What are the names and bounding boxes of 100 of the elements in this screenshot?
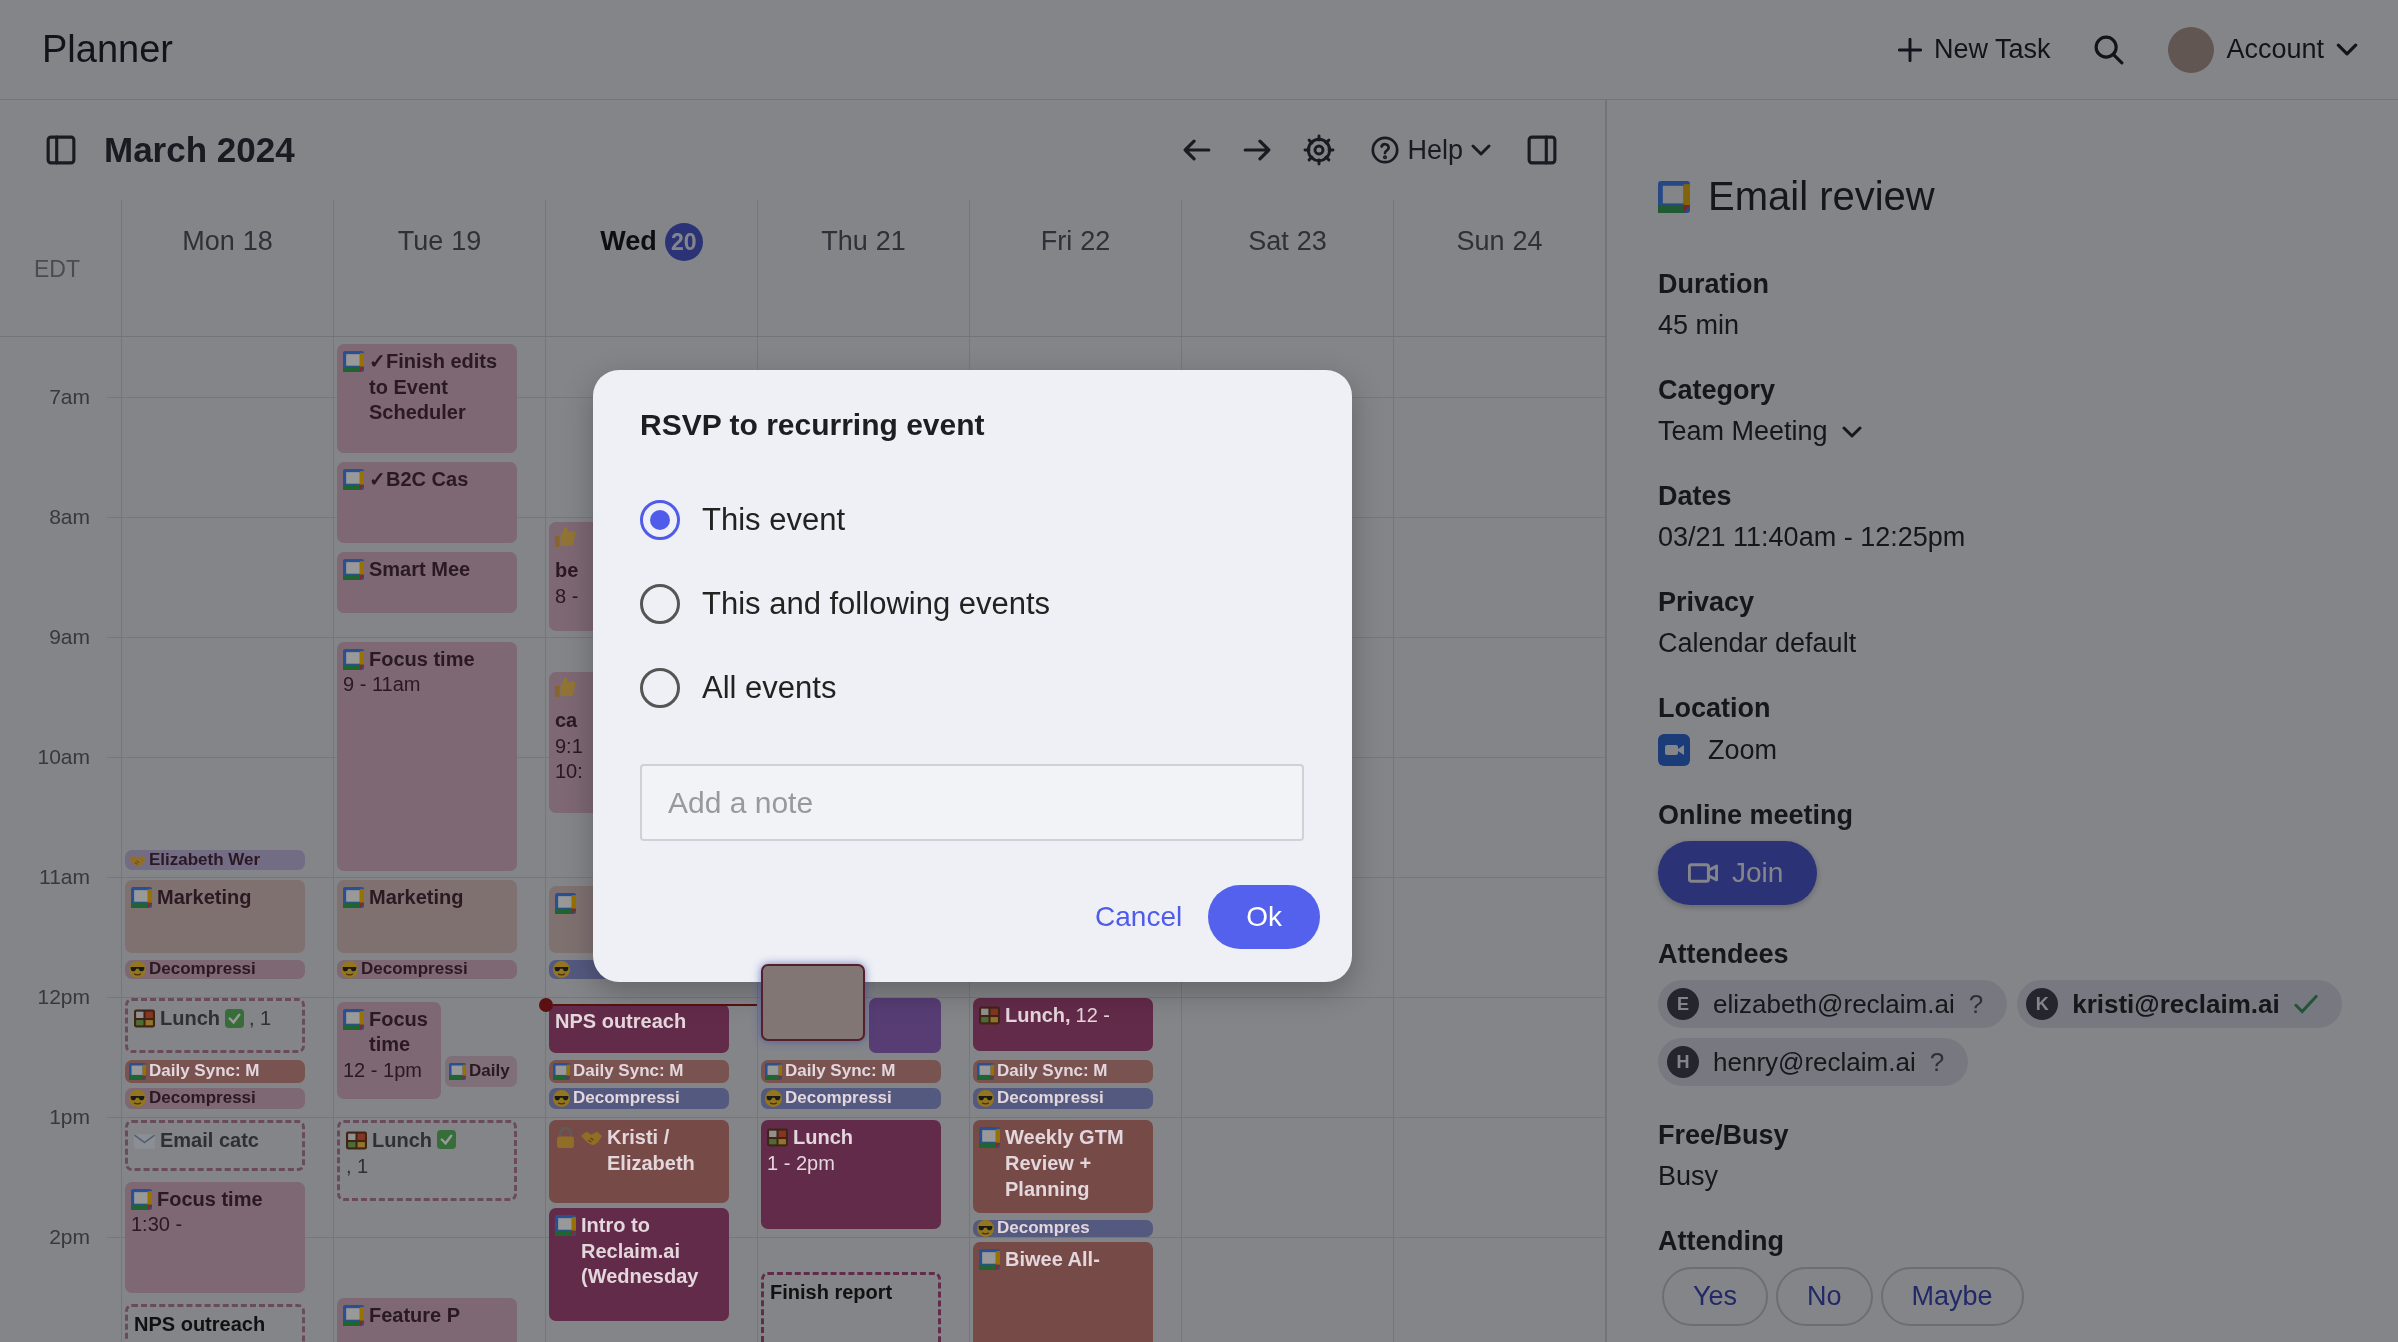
calendar-event[interactable]: Decompressi: [549, 1088, 729, 1109]
calendar-event[interactable]: Lunch, 12 -: [973, 998, 1153, 1052]
bento-box-icon: [134, 1008, 155, 1030]
calendar-event[interactable]: Marketing: [337, 880, 517, 953]
chevron-icon: [2336, 43, 2358, 56]
calendar-event[interactable]: Daily Sync: M: [761, 1060, 941, 1083]
calendar-event[interactable]: Biwee All-: [973, 1241, 1153, 1342]
event-title: Daily Sync: M: [785, 1062, 896, 1081]
event-title: Marketing: [369, 885, 464, 911]
calendar-event[interactable]: Weekly GTM Review + Planning: [973, 1120, 1153, 1214]
calendar-event[interactable]: Lunch , 1: [337, 1120, 517, 1202]
attendee-email: elizabeth@reclaim.ai: [1713, 988, 1955, 1020]
hour-label: 9am: [48, 625, 90, 649]
settings-icon[interactable]: [1303, 134, 1336, 166]
attendee-chip[interactable]: H henry@reclaim.ai ?: [1658, 1038, 1969, 1086]
attending-option[interactable]: No: [1776, 1267, 1873, 1326]
calendar-event[interactable]: [761, 964, 866, 1041]
event-title: Daily Sync: M: [997, 1062, 1108, 1081]
event-time: 12 - 1pm: [343, 1057, 422, 1083]
calendar-event[interactable]: Decompressi: [125, 1088, 305, 1109]
app-title: Planner: [42, 28, 173, 71]
radio-button[interactable]: [640, 668, 680, 708]
event-time: 9:1: [555, 733, 583, 759]
day-number: 22: [1080, 226, 1111, 257]
calendar-event[interactable]: Daily Sync: M: [549, 1060, 729, 1083]
new-task-button[interactable]: New Task: [1893, 26, 2055, 73]
calendar-event[interactable]: Lunch 1 - 2pm: [761, 1120, 941, 1229]
calendar-event[interactable]: NPS outreach: [125, 1304, 305, 1342]
hour-label: 11am: [38, 865, 90, 889]
event-title: Feature P: [369, 1303, 461, 1328]
field-label: Dates: [1658, 481, 1733, 512]
panel-toggle-icon[interactable]: [1527, 135, 1557, 165]
calendar-event[interactable]: Daily Sync: M: [125, 1060, 305, 1083]
radio-button[interactable]: [640, 500, 680, 540]
radio-label[interactable]: All events: [702, 670, 837, 706]
attending-option[interactable]: Maybe: [1880, 1267, 2024, 1326]
event-title: Lunch: [793, 1125, 853, 1151]
event-title: Decompressi: [997, 1089, 1104, 1108]
join-button[interactable]: Join: [1658, 841, 1818, 905]
calendar-event[interactable]: Focus time 12 - 1pm: [337, 1001, 442, 1100]
calendar-event[interactable]: Decompressi: [125, 959, 305, 980]
note-field[interactable]: Add a note: [640, 764, 1304, 841]
calendar-event[interactable]: ✓B2C Cas: [337, 461, 517, 543]
event-title: Intro to Reclaim.ai (Wednesday: [581, 1213, 700, 1290]
hour-label: 1pm: [48, 1105, 90, 1129]
day-number: 23: [1296, 226, 1327, 257]
event-time: , 1: [249, 1006, 272, 1031]
sunglasses-face-icon: [129, 1090, 146, 1107]
calendar-icon: [343, 648, 364, 670]
calendar-event[interactable]: Focus time 9 - 11am: [337, 641, 517, 872]
calendar-event[interactable]: Smart Mee: [337, 551, 517, 614]
calendar-icon: [555, 1215, 576, 1236]
calendar-event[interactable]: Email catc: [125, 1120, 305, 1172]
calendar-event[interactable]: Marketing: [125, 880, 305, 953]
calendar-event[interactable]: Feature P: [337, 1298, 517, 1342]
calendar-event[interactable]: Decompressi: [337, 959, 517, 980]
category-dropdown[interactable]: Team Meeting: [1658, 416, 1862, 447]
calendar-event[interactable]: Daily Sync: M: [973, 1060, 1153, 1083]
event-title: ca: [555, 708, 578, 734]
avatar: H: [1667, 1046, 1699, 1078]
calendar-icon: [553, 1063, 570, 1080]
calendar-event[interactable]: Lunch , 1: [125, 998, 305, 1053]
event-title: Marketing: [157, 885, 252, 911]
radio-label[interactable]: This event: [702, 502, 845, 538]
sidebar-toggle-icon[interactable]: [46, 135, 76, 165]
event-time: 12 -: [1075, 1003, 1110, 1028]
calendar-event[interactable]: Intro to Reclaim.ai (Wednesday: [549, 1208, 729, 1322]
calendar-event[interactable]: Focus time 1:30 -: [125, 1181, 305, 1293]
day-name: Wed: [600, 226, 657, 257]
calendar-event[interactable]: Decompressi: [973, 1088, 1153, 1109]
calendar-event[interactable]: NPS outreach: [549, 1004, 729, 1053]
calendar-event[interactable]: ✓Finish edits to Event Scheduler: [337, 344, 517, 453]
event-title: Decompressi: [149, 1089, 256, 1108]
calendar-event[interactable]: Decompres: [973, 1220, 1153, 1238]
hour-label: 12pm: [36, 985, 90, 1009]
attendee-chip[interactable]: E elizabeth@reclaim.ai ?: [1658, 980, 2008, 1028]
field-label: Location: [1658, 693, 1772, 724]
event-title: Biwee All-: [1005, 1246, 1100, 1272]
radio-button[interactable]: [640, 584, 680, 624]
attending-option[interactable]: Yes: [1662, 1267, 1769, 1326]
calendar-event[interactable]: Finish report: [761, 1271, 941, 1342]
calendar-icon: [449, 1063, 466, 1080]
calendar-icon: [1658, 180, 1690, 213]
event-title: be: [555, 558, 579, 584]
field-label: Duration: [1658, 269, 1770, 300]
attendee-chip[interactable]: K kristi@reclaim.ai: [2017, 980, 2342, 1028]
help-button[interactable]: Help: [1367, 130, 1495, 170]
cancel-button[interactable]: Cancel: [1087, 891, 1191, 943]
calendar-event[interactable]: Daily: [445, 1055, 517, 1088]
ok-button[interactable]: Ok: [1208, 885, 1320, 949]
hour-label: 8am: [48, 505, 90, 529]
calendar-event[interactable]: Elizabeth Wer: [125, 850, 305, 871]
event-title: Decompressi: [573, 1089, 680, 1108]
calendar-icon: [343, 351, 364, 372]
radio-label[interactable]: This and following events: [702, 586, 1051, 622]
search-icon[interactable]: [2094, 34, 2125, 65]
account-menu[interactable]: Account: [2164, 18, 2362, 81]
chevron-icon: [1471, 144, 1491, 156]
calendar-event[interactable]: Decompressi: [761, 1088, 941, 1109]
calendar-event[interactable]: Kristi / Elizabeth: [549, 1120, 729, 1203]
